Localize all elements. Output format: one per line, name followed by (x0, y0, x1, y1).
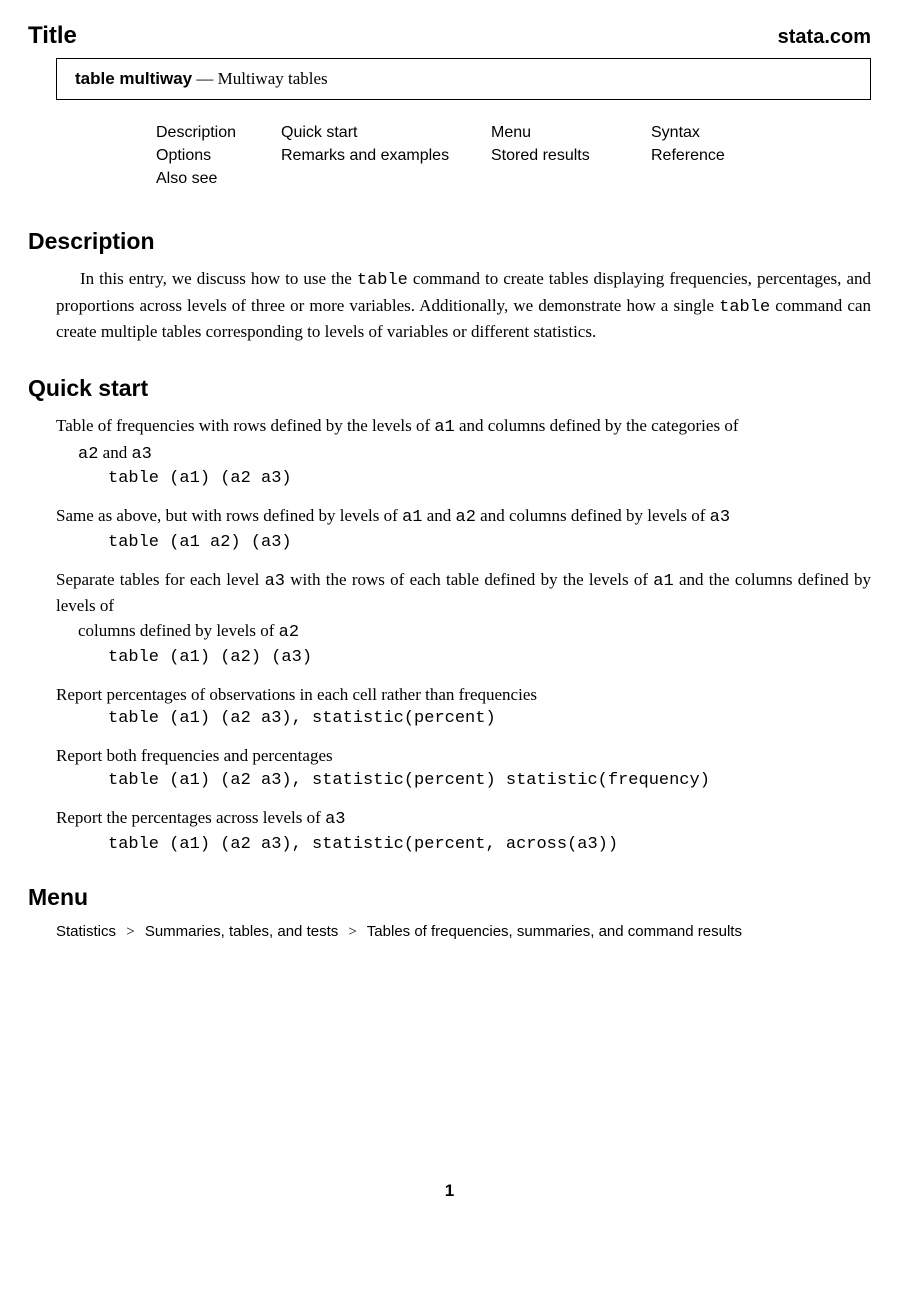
nav-menu[interactable]: Menu (491, 124, 651, 142)
desc-text: In this entry, we discuss how to use the (80, 269, 357, 288)
nav-description[interactable]: Description (156, 124, 281, 142)
description-paragraph: In this entry, we discuss how to use the… (56, 267, 871, 345)
qs-desc: Report percentages of observations in ea… (56, 683, 871, 708)
qs-desc: Report both frequencies and percentages (56, 744, 871, 769)
entry-command: table multiway (75, 69, 192, 88)
nav-stored-results[interactable]: Stored results (491, 147, 651, 165)
nav-syntax[interactable]: Syntax (651, 124, 771, 142)
menu-separator-icon: > (120, 924, 140, 940)
title-box: table multiway — Multiway tables (56, 58, 871, 100)
nav-options[interactable]: Options (156, 147, 281, 165)
title-row: Title stata.com (28, 22, 871, 50)
qs-desc: Separate tables for each level a3 with t… (56, 568, 871, 646)
qs-desc: Report the percentages across levels of … (56, 806, 871, 833)
brand-link[interactable]: stata.com (778, 26, 871, 49)
section-menu-heading: Menu (28, 884, 871, 911)
quickstart-item: Separate tables for each level a3 with t… (56, 568, 871, 667)
qs-code: table (a1) (a2 a3), statistic(percent, a… (56, 835, 871, 854)
qs-desc: Same as above, but with rows defined by … (56, 504, 871, 531)
nav-links: Description Quick start Menu Syntax Opti… (156, 124, 871, 188)
quickstart-item: Same as above, but with rows defined by … (56, 504, 871, 552)
menu-segment: Statistics (56, 923, 116, 940)
menu-path: Statistics > Summaries, tables, and test… (56, 923, 871, 941)
quickstart-item: Table of frequencies with rows defined b… (56, 414, 871, 488)
quickstart-item: Report percentages of observations in ea… (56, 683, 871, 729)
qs-code: table (a1) (a2 a3) (56, 469, 871, 488)
menu-separator-icon: > (342, 924, 362, 940)
page-number: 1 (28, 1181, 871, 1201)
qs-code: table (a1 a2) (a3) (56, 533, 871, 552)
nav-quick-start[interactable]: Quick start (281, 124, 491, 142)
qs-code: table (a1) (a2) (a3) (56, 648, 871, 667)
qs-desc: Table of frequencies with rows defined b… (56, 414, 871, 467)
qs-code: table (a1) (a2 a3), statistic(percent) (56, 709, 871, 728)
nav-reference[interactable]: Reference (651, 147, 771, 165)
quickstart-item: Report both frequencies and percentages … (56, 744, 871, 790)
entry-separator: — (192, 69, 218, 88)
desc-cmd: table (719, 298, 770, 317)
quickstart-item: Report the percentages across levels of … (56, 806, 871, 854)
nav-also-see[interactable]: Also see (156, 170, 281, 188)
section-description-heading: Description (28, 228, 871, 255)
entry-subtitle: Multiway tables (218, 69, 328, 88)
menu-segment: Tables of frequencies, summaries, and co… (367, 923, 742, 940)
title-label: Title (28, 22, 77, 50)
nav-remarks[interactable]: Remarks and examples (281, 147, 491, 165)
section-quickstart-heading: Quick start (28, 375, 871, 402)
qs-code: table (a1) (a2 a3), statistic(percent) s… (56, 771, 871, 790)
desc-cmd: table (357, 271, 408, 290)
menu-segment: Summaries, tables, and tests (145, 923, 338, 940)
